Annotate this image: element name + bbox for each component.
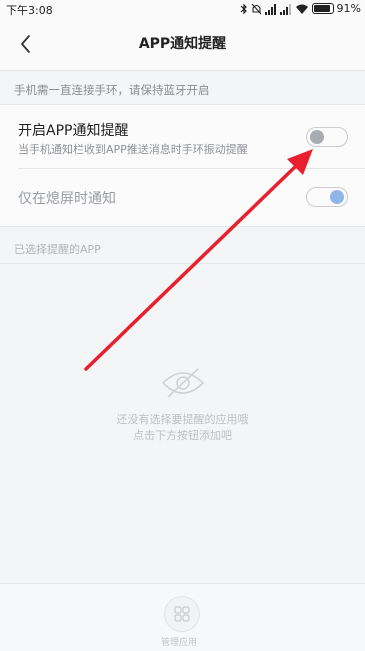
arrow-shaft — [84, 164, 298, 371]
annotation-arrow — [84, 149, 313, 371]
